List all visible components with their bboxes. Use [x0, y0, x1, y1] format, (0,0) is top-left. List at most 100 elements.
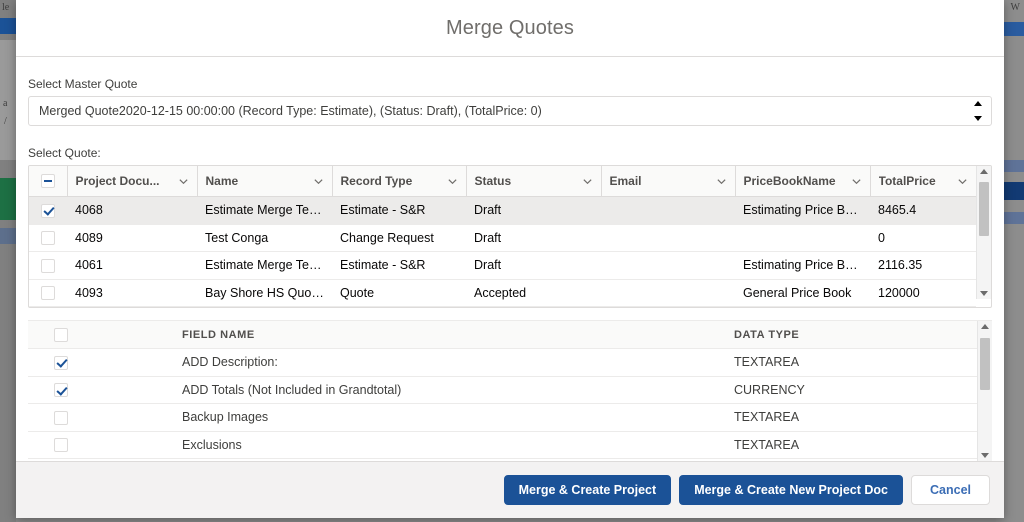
merge-create-project-button[interactable]: Merge & Create Project: [503, 475, 672, 505]
cancel-button[interactable]: Cancel: [911, 475, 990, 505]
field-row-checkbox[interactable]: [54, 438, 68, 453]
cell-name: Estimate Merge Tes...: [197, 251, 332, 280]
quote-table-body: 4068 Estimate Merge Tes... Estimate - S&R D…: [29, 196, 976, 307]
field-row-select-cell[interactable]: [28, 348, 174, 377]
merge-create-new-project-doc-button[interactable]: Merge & Create New Project Doc: [679, 475, 903, 505]
quote-table: Project Docu... Name Record Type Status …: [29, 166, 976, 307]
background-text-fragment: /: [4, 116, 7, 127]
cell-data-type: TEXTAREA: [726, 348, 977, 377]
scrollbar-thumb[interactable]: [979, 182, 989, 236]
table-row[interactable]: ADD Description: TEXTAREA: [28, 348, 977, 377]
column-header-name[interactable]: Name: [197, 166, 333, 197]
table-row[interactable]: 4093 Bay Shore HS Quot... Quote Accepted Gen…: [29, 279, 976, 307]
column-header-label: TotalPrice: [878, 174, 936, 188]
table-row[interactable]: ADD Totals (Not Included in Grandtotal) C…: [28, 376, 977, 404]
row-checkbox[interactable]: [41, 203, 55, 218]
chevron-down-icon[interactable]: [313, 176, 324, 187]
cell-email: [601, 196, 735, 225]
chevron-down-icon[interactable]: [447, 176, 458, 187]
chevron-down-icon[interactable]: [178, 176, 189, 187]
field-row-select-cell[interactable]: [28, 376, 174, 404]
field-table-header-row: FIELD NAME DATA TYPE: [28, 321, 977, 349]
cell-record-type: Estimate - S&R: [332, 251, 466, 280]
field-row-select-cell[interactable]: [28, 431, 174, 459]
cell-name: Estimate Merge Tes...: [197, 196, 332, 225]
field-row-checkbox[interactable]: [54, 410, 68, 425]
table-row[interactable]: 4089 Test Conga Change Request Draft 0: [29, 224, 976, 252]
background-left-strip: [0, 0, 16, 522]
field-row-checkbox[interactable]: [54, 355, 68, 370]
column-header-record-type[interactable]: Record Type: [332, 166, 467, 197]
cell-status: Accepted: [466, 279, 601, 307]
cell-data-type: CURRENCY: [726, 376, 977, 404]
select-all-checkbox[interactable]: [40, 174, 55, 189]
master-quote-select-wrap: Merged Quote2020-12-15 00:00:00 (Record …: [28, 96, 992, 126]
cell-name: Bay Shore HS Quot...: [197, 279, 332, 307]
merge-quotes-modal: Merge Quotes Select Master Quote Merged …: [16, 0, 1004, 518]
table-row[interactable]: Exclusions TEXTAREA: [28, 431, 977, 459]
cell-field-name: Exclusions: [174, 431, 726, 459]
column-header-status[interactable]: Status: [466, 166, 602, 197]
row-select-cell[interactable]: [29, 251, 67, 280]
cell-price-book-name: Estimating Price Bo...: [735, 196, 870, 225]
cell-project-document: 4089: [67, 224, 197, 252]
cell-record-type: Change Request: [332, 224, 466, 252]
field-table-scroll-area: FIELD NAME DATA TYPE ADD Description: TEX…: [28, 321, 977, 461]
row-select-cell[interactable]: [29, 224, 67, 252]
column-header-total-price[interactable]: TotalPrice: [870, 166, 976, 197]
cell-record-type: Estimate - S&R: [332, 196, 466, 225]
field-table-scrollbar[interactable]: [977, 321, 992, 461]
cell-email: [601, 224, 735, 252]
cell-project-document: 4068: [67, 196, 197, 225]
chevron-down-icon[interactable]: [582, 176, 593, 187]
scroll-up-arrow-icon[interactable]: [980, 169, 988, 174]
chevron-down-icon[interactable]: [957, 176, 968, 187]
field-row-select-cell[interactable]: [28, 403, 174, 432]
cell-data-type: TEXTAREA: [726, 403, 977, 432]
table-row[interactable]: 4061 Estimate Merge Tes... Estimate - S&R D…: [29, 251, 976, 280]
column-header-label: Name: [205, 174, 239, 188]
column-header-project-document[interactable]: Project Docu...: [67, 166, 198, 197]
field-select-all-header[interactable]: [28, 321, 174, 349]
cell-status: Draft: [466, 251, 601, 280]
cell-status: Draft: [466, 224, 601, 252]
table-row[interactable]: 4068 Estimate Merge Tes... Estimate - S&R D…: [29, 196, 976, 225]
row-select-cell[interactable]: [29, 196, 67, 225]
row-checkbox[interactable]: [41, 258, 55, 273]
cell-record-type: Quote: [332, 279, 466, 307]
chevron-down-icon[interactable]: [716, 176, 727, 187]
quote-table-scrollbar[interactable]: [976, 166, 991, 299]
background-chip: [0, 228, 16, 244]
cell-field-name: ADD Totals (Not Included in Grandtotal): [174, 376, 726, 404]
master-quote-label: Select Master Quote: [28, 77, 138, 91]
row-checkbox[interactable]: [41, 286, 55, 301]
field-row-checkbox[interactable]: [54, 383, 68, 398]
master-quote-select[interactable]: Merged Quote2020-12-15 00:00:00 (Record …: [28, 96, 992, 126]
scrollbar-thumb[interactable]: [980, 338, 990, 390]
scroll-down-arrow-icon[interactable]: [981, 453, 989, 458]
row-checkbox[interactable]: [41, 231, 55, 246]
chevron-down-icon[interactable]: [851, 176, 862, 187]
scroll-down-arrow-icon[interactable]: [980, 291, 988, 296]
cell-project-document: 4093: [67, 279, 197, 307]
select-quote-label: Select Quote:: [28, 146, 101, 160]
cell-email: [601, 251, 735, 280]
field-select-all-checkbox[interactable]: [54, 327, 68, 342]
field-table-body: ADD Description: TEXTAREA ADD Totals (Not …: [28, 348, 977, 459]
table-row[interactable]: Backup Images TEXTAREA: [28, 403, 977, 432]
column-header-price-book-name[interactable]: PriceBookName: [735, 166, 871, 197]
column-header-label: PriceBookName: [743, 174, 836, 188]
field-table: FIELD NAME DATA TYPE ADD Description: TEX…: [28, 321, 977, 459]
row-select-cell[interactable]: [29, 279, 67, 307]
quote-select-all-header[interactable]: [29, 166, 68, 197]
cell-data-type: TEXTAREA: [726, 431, 977, 459]
cell-field-name: ADD Description:: [174, 348, 726, 377]
cell-price-book-name: [735, 224, 870, 252]
column-header-field-name: FIELD NAME: [174, 321, 726, 349]
cell-email: [601, 279, 735, 307]
column-header-label: Status: [474, 174, 512, 188]
cell-total-price: 2116.35: [870, 251, 976, 280]
field-table-shell: FIELD NAME DATA TYPE ADD Description: TEX…: [28, 320, 992, 461]
column-header-email[interactable]: Email: [601, 166, 736, 197]
scroll-up-arrow-icon[interactable]: [981, 324, 989, 329]
